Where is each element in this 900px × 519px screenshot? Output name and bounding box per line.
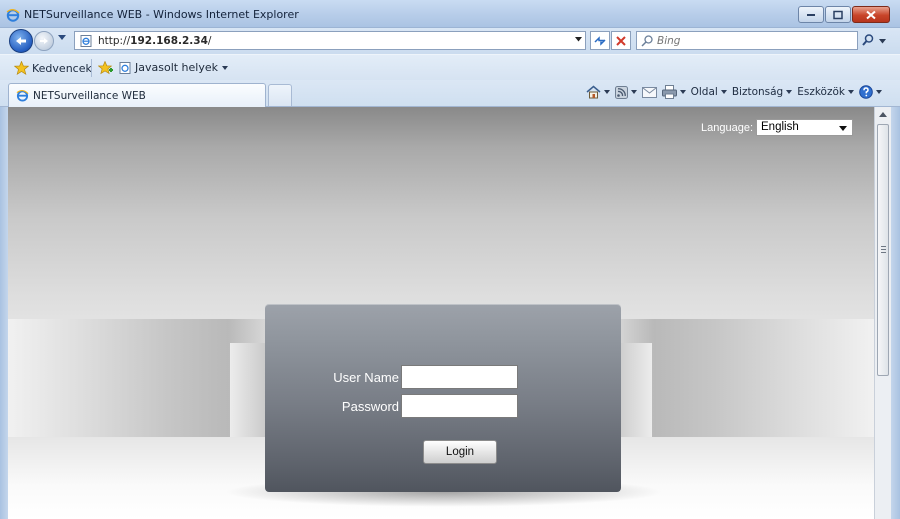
add-to-favorites-icon[interactable] [98, 61, 114, 75]
home-button[interactable] [586, 85, 610, 99]
scroll-thumb[interactable] [877, 124, 889, 376]
read-mail-button[interactable] [641, 86, 657, 98]
window-frame-left [0, 107, 8, 519]
username-row: User Name [325, 365, 518, 389]
chevron-down-icon [848, 90, 854, 94]
password-label: Password [341, 398, 399, 414]
url-host: 192.168.2.34 [130, 35, 208, 47]
minimize-icon [807, 13, 815, 16]
favorites-bar: Kedvencek Javasolt helyek [0, 54, 900, 80]
forward-arrow-icon [40, 38, 48, 44]
page-menu-label: Oldal [690, 86, 718, 98]
password-input[interactable] [401, 394, 518, 418]
chevron-down-icon [679, 90, 686, 94]
tools-menu-label: Eszközök [797, 86, 845, 98]
page-icon [119, 61, 131, 74]
url-path: / [207, 35, 212, 47]
login-panel: User Name Password Login [265, 304, 621, 492]
favorites-button[interactable]: Kedvencek [32, 62, 92, 75]
rss-icon [614, 85, 628, 99]
command-bar: Oldal Biztonság Eszközök [586, 85, 882, 99]
username-label: User Name [333, 369, 399, 385]
window-frame-right [891, 107, 900, 519]
search-dropdown-icon[interactable] [879, 39, 886, 44]
tools-menu[interactable]: Eszközök [797, 86, 854, 98]
url-scheme: http:// [98, 35, 131, 47]
vertical-scrollbar[interactable] [874, 107, 891, 519]
language-selector: Language: English [701, 119, 853, 136]
chevron-down-icon [786, 90, 793, 94]
ie-icon [6, 9, 20, 22]
window-title: NETSurveillance WEB - Windows Internet E… [24, 8, 299, 21]
separator [91, 59, 92, 77]
feeds-button[interactable] [614, 85, 637, 99]
tab-netsurveillance[interactable]: NETSurveillance WEB [8, 83, 266, 107]
stop-icon [616, 35, 626, 46]
language-select[interactable]: English [756, 119, 853, 136]
close-icon [866, 10, 876, 19]
compatibility-refresh-button[interactable] [590, 31, 610, 50]
tab-bar: NETSurveillance WEB Oldal Biztonság Eszk… [0, 80, 900, 107]
page-icon [80, 35, 92, 47]
address-dropdown-icon[interactable] [575, 37, 582, 42]
chevron-down-icon [222, 65, 229, 70]
safety-menu[interactable]: Biztonság [731, 86, 793, 98]
back-button[interactable] [9, 29, 33, 53]
back-arrow-icon [16, 37, 26, 45]
close-button[interactable] [852, 6, 890, 23]
help-button[interactable] [859, 85, 882, 99]
suggested-sites-button[interactable]: Javasolt helyek [119, 61, 229, 74]
star-icon[interactable] [14, 61, 29, 75]
tab-label: NETSurveillance WEB [33, 90, 146, 102]
history-dropdown-icon[interactable] [58, 35, 66, 41]
address-bar[interactable]: http://192.168.2.34/ [74, 31, 586, 50]
grip-icon [881, 246, 886, 253]
safety-menu-label: Biztonság [731, 86, 784, 98]
forward-button[interactable] [34, 31, 54, 51]
chevron-down-icon [720, 90, 727, 94]
chevron-down-icon [603, 90, 610, 94]
suggested-sites-label: Javasolt helyek [135, 61, 219, 74]
stop-button[interactable] [611, 31, 631, 50]
navigation-bar: http://192.168.2.34/ [0, 28, 900, 54]
chevron-down-icon [839, 126, 847, 131]
new-tab-button[interactable] [268, 84, 292, 106]
search-input[interactable] [657, 33, 847, 48]
address-url[interactable]: http://192.168.2.34/ [98, 35, 211, 47]
page-menu[interactable]: Oldal [691, 86, 727, 98]
ie-icon [16, 90, 29, 102]
login-button[interactable]: Login [423, 440, 497, 464]
username-input[interactable] [401, 365, 518, 389]
print-button[interactable] [661, 85, 686, 99]
search-icon [641, 35, 653, 47]
language-label: Language: [701, 121, 753, 134]
mail-icon [641, 86, 657, 98]
home-icon [586, 85, 601, 99]
search-box[interactable] [636, 31, 858, 50]
print-icon [661, 85, 677, 99]
maximize-button[interactable] [825, 6, 851, 23]
help-icon [859, 85, 873, 99]
chevron-down-icon [876, 90, 882, 94]
page-viewport: Language: English User Name Password Log… [8, 107, 874, 519]
language-value: English [761, 121, 799, 133]
password-row: Password [325, 394, 518, 418]
search-go-icon[interactable] [862, 34, 874, 46]
refresh-icon [594, 35, 606, 46]
title-bar: NETSurveillance WEB - Windows Internet E… [0, 0, 900, 28]
background-pillar-left [230, 343, 268, 443]
maximize-icon [833, 10, 843, 19]
chevron-down-icon [630, 90, 637, 94]
minimize-button[interactable] [798, 6, 824, 23]
scroll-up-button[interactable] [875, 107, 891, 123]
